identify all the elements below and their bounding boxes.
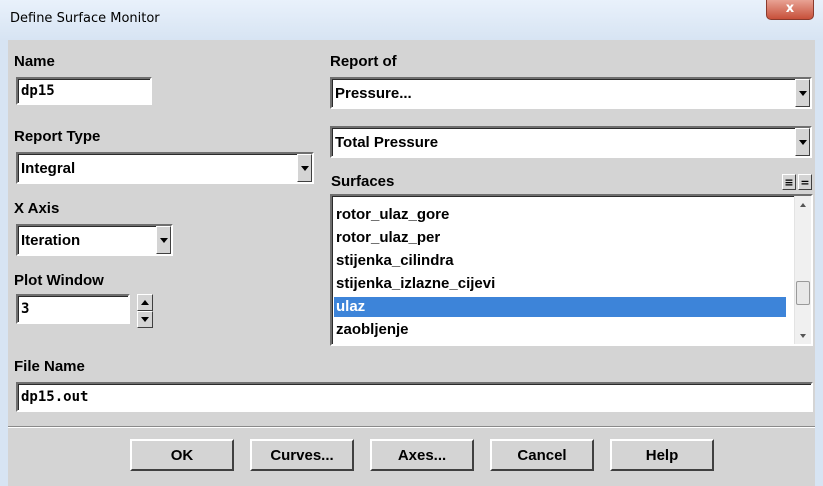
file-name-input[interactable]: dp15.out [16, 382, 813, 412]
scroll-down-icon [800, 333, 806, 338]
title-bar: Define Surface Monitor x [0, 0, 823, 41]
select-all-button[interactable]: ≡ [782, 174, 796, 190]
scrollbar-thumb[interactable] [796, 281, 810, 305]
x-axis-dropdown-button[interactable] [156, 226, 171, 254]
chevron-down-icon [798, 90, 807, 96]
list-item[interactable]: zaobljenje [334, 320, 786, 340]
select-all-icon: ≡ [784, 175, 794, 189]
list-item[interactable]: rotor_ulaz_gore [334, 205, 786, 225]
x-axis-label: X Axis [14, 200, 60, 217]
spinner-up-button[interactable] [137, 294, 153, 311]
name-label: Name [14, 53, 55, 70]
deselect-all-button[interactable]: = [798, 174, 812, 190]
list-item[interactable]: rotor_ulaz_per [334, 228, 786, 248]
chevron-up-icon [141, 300, 149, 305]
report-of-dropdown-button[interactable] [795, 79, 810, 107]
chevron-down-icon [141, 317, 149, 322]
name-input[interactable]: dp15 [16, 77, 152, 105]
plot-window-input[interactable]: 3 [16, 294, 130, 324]
dialog-body: Name dp15 Report Type Integral X Axis It… [8, 40, 815, 486]
x-axis-value: Iteration [21, 231, 81, 249]
chevron-down-icon [159, 237, 168, 243]
spinner-down-button[interactable] [137, 311, 153, 328]
report-type-dropdown[interactable]: Integral [16, 152, 314, 184]
define-surface-monitor-dialog: Define Surface Monitor x Name dp15 Repor… [0, 0, 823, 486]
scroll-up-icon [800, 202, 806, 207]
report-type-label: Report Type [14, 128, 101, 145]
surfaces-listbox[interactable]: rotor_ulaz_gore rotor_ulaz_per stijenka_… [330, 194, 813, 346]
plot-window-spinner [137, 294, 153, 328]
list-item[interactable]: stijenka_cilindra [334, 251, 786, 271]
chevron-down-icon [300, 165, 309, 171]
separator [8, 426, 815, 428]
deselect-all-icon: = [800, 175, 810, 189]
report-of-sub-dropdown[interactable]: Total Pressure [330, 126, 812, 158]
help-button[interactable]: Help [610, 439, 714, 471]
report-of-label: Report of [330, 53, 397, 70]
report-of-sub-value: Total Pressure [335, 133, 439, 151]
cancel-button[interactable]: Cancel [490, 439, 594, 471]
scroll-up-button[interactable] [795, 196, 811, 213]
window-title: Define Surface Monitor [10, 11, 160, 26]
scroll-down-button[interactable] [795, 327, 811, 344]
surfaces-label: Surfaces [331, 173, 395, 190]
curves-button[interactable]: Curves... [250, 439, 354, 471]
ok-button[interactable]: OK [130, 439, 234, 471]
report-type-dropdown-button[interactable] [297, 154, 312, 182]
report-type-value: Integral [21, 159, 76, 177]
close-button[interactable]: x [766, 0, 814, 20]
list-item-selected[interactable]: ulaz [334, 297, 786, 317]
list-item[interactable]: stijenka_izlazne_cijevi [334, 274, 786, 294]
axes-button[interactable]: Axes... [370, 439, 474, 471]
report-of-value: Pressure... [335, 84, 412, 102]
close-icon: x [785, 1, 795, 16]
surfaces-scrollbar[interactable] [794, 196, 811, 344]
window-frame-right [815, 40, 823, 486]
chevron-down-icon [798, 139, 807, 145]
report-of-dropdown[interactable]: Pressure... [330, 77, 812, 109]
window-frame-left [0, 40, 8, 486]
plot-window-label: Plot Window [14, 272, 104, 289]
report-of-sub-dropdown-button[interactable] [795, 128, 810, 156]
x-axis-dropdown[interactable]: Iteration [16, 224, 173, 256]
file-name-label: File Name [14, 358, 85, 375]
